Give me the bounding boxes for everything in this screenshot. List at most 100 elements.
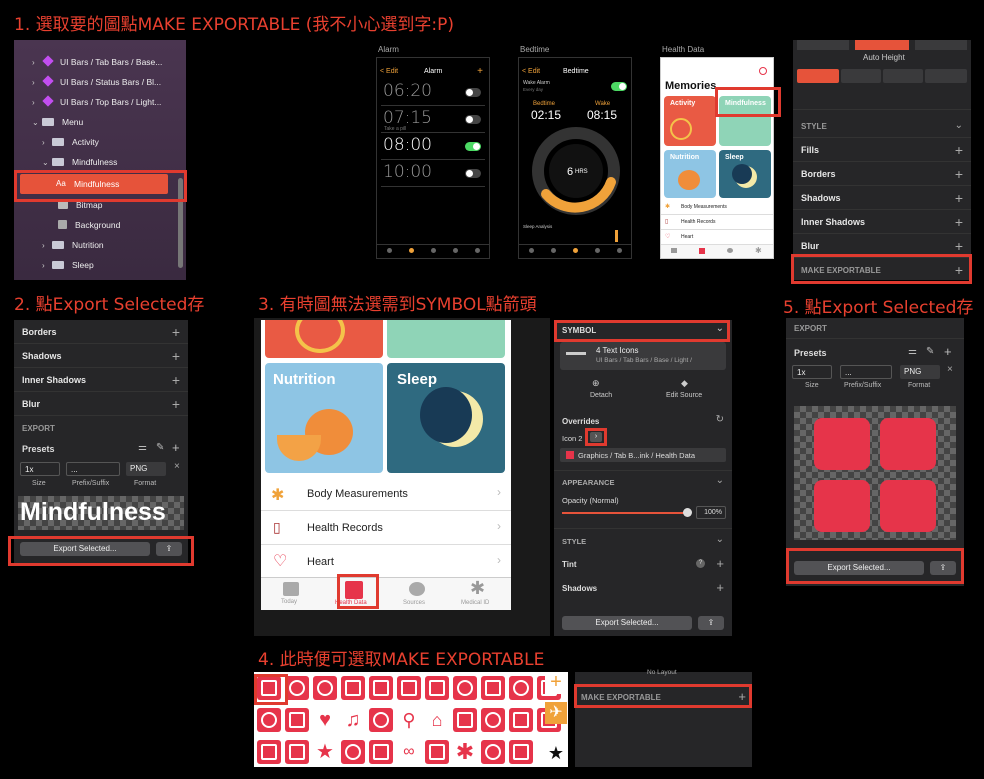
alarm-toggle[interactable]: [465, 169, 481, 178]
alarm-toggle[interactable]: [465, 88, 481, 97]
window-icon[interactable]: [341, 676, 365, 700]
alarm-row[interactable]: 06:20: [381, 80, 485, 106]
add-border-button[interactable]: +: [955, 162, 963, 186]
layer-item-mindfulness-group[interactable]: ⌄ Mindfulness: [42, 152, 117, 172]
add-tint-button[interactable]: +: [716, 556, 724, 571]
health-data-icon[interactable]: [345, 581, 363, 599]
override-value-select[interactable]: Graphics / Tab B...ink / Health Data: [560, 448, 726, 462]
tile-activity[interactable]: Activity: [664, 96, 716, 146]
layer-item-activity[interactable]: › Activity: [42, 132, 99, 152]
edit-link[interactable]: < Edit: [380, 68, 398, 75]
detach-button[interactable]: Detach: [590, 392, 612, 399]
tile-sleep[interactable]: Sleep: [719, 150, 771, 198]
blur-row[interactable]: Blur +: [793, 234, 971, 258]
sources-icon[interactable]: [409, 582, 425, 596]
tile-mindfulness[interactable]: Mindfulness: [719, 96, 771, 146]
health-artboard-large[interactable]: Nutrition Sleep ✱ Body Measurements › ▯ Hea…: [261, 320, 511, 610]
tablet-icon[interactable]: [509, 740, 533, 764]
list-item-heart[interactable]: ♡ Heart ›: [261, 545, 511, 579]
music-note-icon[interactable]: [285, 708, 309, 732]
add-blur-button[interactable]: +: [955, 234, 963, 258]
edit-source-icon[interactable]: ◆: [681, 378, 688, 389]
music-icon[interactable]: ♫: [341, 708, 365, 732]
export-selected-button[interactable]: Export Selected...: [562, 616, 692, 630]
justify-button[interactable]: [925, 69, 967, 83]
borders-row[interactable]: Borders +: [793, 162, 971, 186]
chevron-down-icon[interactable]: ⌄: [716, 475, 724, 486]
preset-settings-icon[interactable]: ⚌: [908, 346, 917, 357]
add-blur-button[interactable]: +: [172, 392, 180, 416]
stopwatch-icon[interactable]: [481, 740, 505, 764]
inner-shadows-row[interactable]: Inner Shadows +: [793, 210, 971, 234]
chevron-down-icon[interactable]: ⌄: [716, 534, 724, 545]
export-size-select[interactable]: 1x: [20, 462, 60, 476]
preset-settings-icon[interactable]: ⚌: [138, 442, 147, 453]
remove-export-button[interactable]: ×: [174, 461, 180, 472]
play-icon[interactable]: [285, 676, 309, 700]
make-exportable-row[interactable]: MAKE EXPORTABLE +: [793, 258, 971, 282]
make-exportable-button[interactable]: +: [955, 258, 963, 282]
home-icon[interactable]: ⌂: [425, 708, 449, 732]
bedtime-artboard[interactable]: < Edit Bedtime Wake Alarm Every day Bedt…: [518, 57, 632, 259]
shadows-row[interactable]: Shadows +: [793, 186, 971, 210]
dots-grid-icon[interactable]: [369, 740, 393, 764]
layer-item-sleep[interactable]: › Sleep: [42, 255, 94, 275]
tile-nutrition[interactable]: Nutrition: [265, 363, 383, 473]
shadows-row[interactable]: Shadows +: [14, 344, 188, 368]
layer-item[interactable]: › UI Bars / Tab Bars / Base...: [32, 52, 162, 72]
align-right-button[interactable]: [883, 69, 923, 83]
alarm-toggle[interactable]: [465, 115, 481, 124]
list-item-health-records[interactable]: ▯ Health Records: [661, 215, 773, 230]
frame-icon[interactable]: [453, 708, 477, 732]
layer-item[interactable]: › UI Bars / Top Bars / Light...: [32, 92, 161, 112]
tile-mindfulness[interactable]: [387, 320, 505, 358]
make-exportable-button[interactable]: +: [738, 689, 746, 704]
bed-icon[interactable]: [481, 676, 505, 700]
inner-shadows-row[interactable]: Inner Shadows +: [14, 368, 188, 392]
add-shadow-button[interactable]: +: [955, 186, 963, 210]
share-icon[interactable]: ⇪: [698, 616, 724, 630]
prefix-suffix-select[interactable]: ...: [840, 365, 892, 379]
list-item-body-measurements[interactable]: ✱ Body Measurements: [661, 200, 773, 215]
rocket-icon[interactable]: [509, 708, 533, 732]
help-icon[interactable]: ?: [696, 559, 705, 568]
add-inner-shadow-button[interactable]: +: [955, 210, 963, 234]
wake-alarm-toggle[interactable]: [611, 82, 627, 91]
reset-overrides-icon[interactable]: ↻: [716, 414, 724, 425]
add-fill-button[interactable]: +: [955, 138, 963, 162]
format-select[interactable]: PNG: [126, 462, 166, 476]
calendar-icon[interactable]: [285, 740, 309, 764]
export-selected-button[interactable]: Export Selected...: [794, 561, 924, 575]
resize-fixed-button[interactable]: [797, 40, 849, 50]
layer-item-bitmap[interactable]: Bitmap: [58, 195, 102, 215]
edit-source-button[interactable]: Edit Source: [666, 392, 702, 399]
star-icon[interactable]: ★: [313, 740, 337, 764]
heart-icon[interactable]: ♥: [313, 708, 337, 732]
layer-item-menu[interactable]: ⌄ Menu: [32, 112, 83, 132]
opacity-slider-handle[interactable]: [683, 508, 692, 517]
tile-nutrition[interactable]: Nutrition: [664, 150, 716, 198]
override-arrow-button[interactable]: ›: [590, 432, 602, 442]
folder-icon[interactable]: [369, 676, 393, 700]
broadcast-icon[interactable]: [369, 708, 393, 732]
book-icon[interactable]: [397, 676, 421, 700]
slice-icon[interactable]: ✎: [156, 442, 164, 453]
chevron-down-icon[interactable]: ⌄: [716, 323, 724, 334]
borders-row[interactable]: Borders +: [14, 320, 188, 344]
star-outline-icon[interactable]: ★: [545, 742, 567, 764]
export-size-select[interactable]: 1x: [792, 365, 832, 379]
auto-height-button[interactable]: [855, 40, 909, 50]
opacity-input[interactable]: 100%: [696, 506, 726, 519]
alarm-row[interactable]: 07:15 Take a pill: [381, 107, 485, 133]
fixed-size-button[interactable]: [915, 40, 967, 50]
add-shadow-button[interactable]: +: [716, 580, 724, 595]
add-inner-shadow-button[interactable]: +: [172, 368, 180, 392]
pie-icon[interactable]: [341, 740, 365, 764]
export-selected-button[interactable]: Export Selected...: [20, 542, 150, 556]
alarm-toggle[interactable]: [465, 142, 481, 151]
today-icon[interactable]: [283, 582, 299, 596]
style-section-header[interactable]: STYLE ⌄: [793, 114, 971, 138]
alarm-artboard[interactable]: < Edit Alarm + 06:20 07:15 Take a pill 08…: [376, 57, 490, 259]
copy-icon[interactable]: [425, 676, 449, 700]
medical-id-icon[interactable]: ✱: [470, 578, 485, 599]
